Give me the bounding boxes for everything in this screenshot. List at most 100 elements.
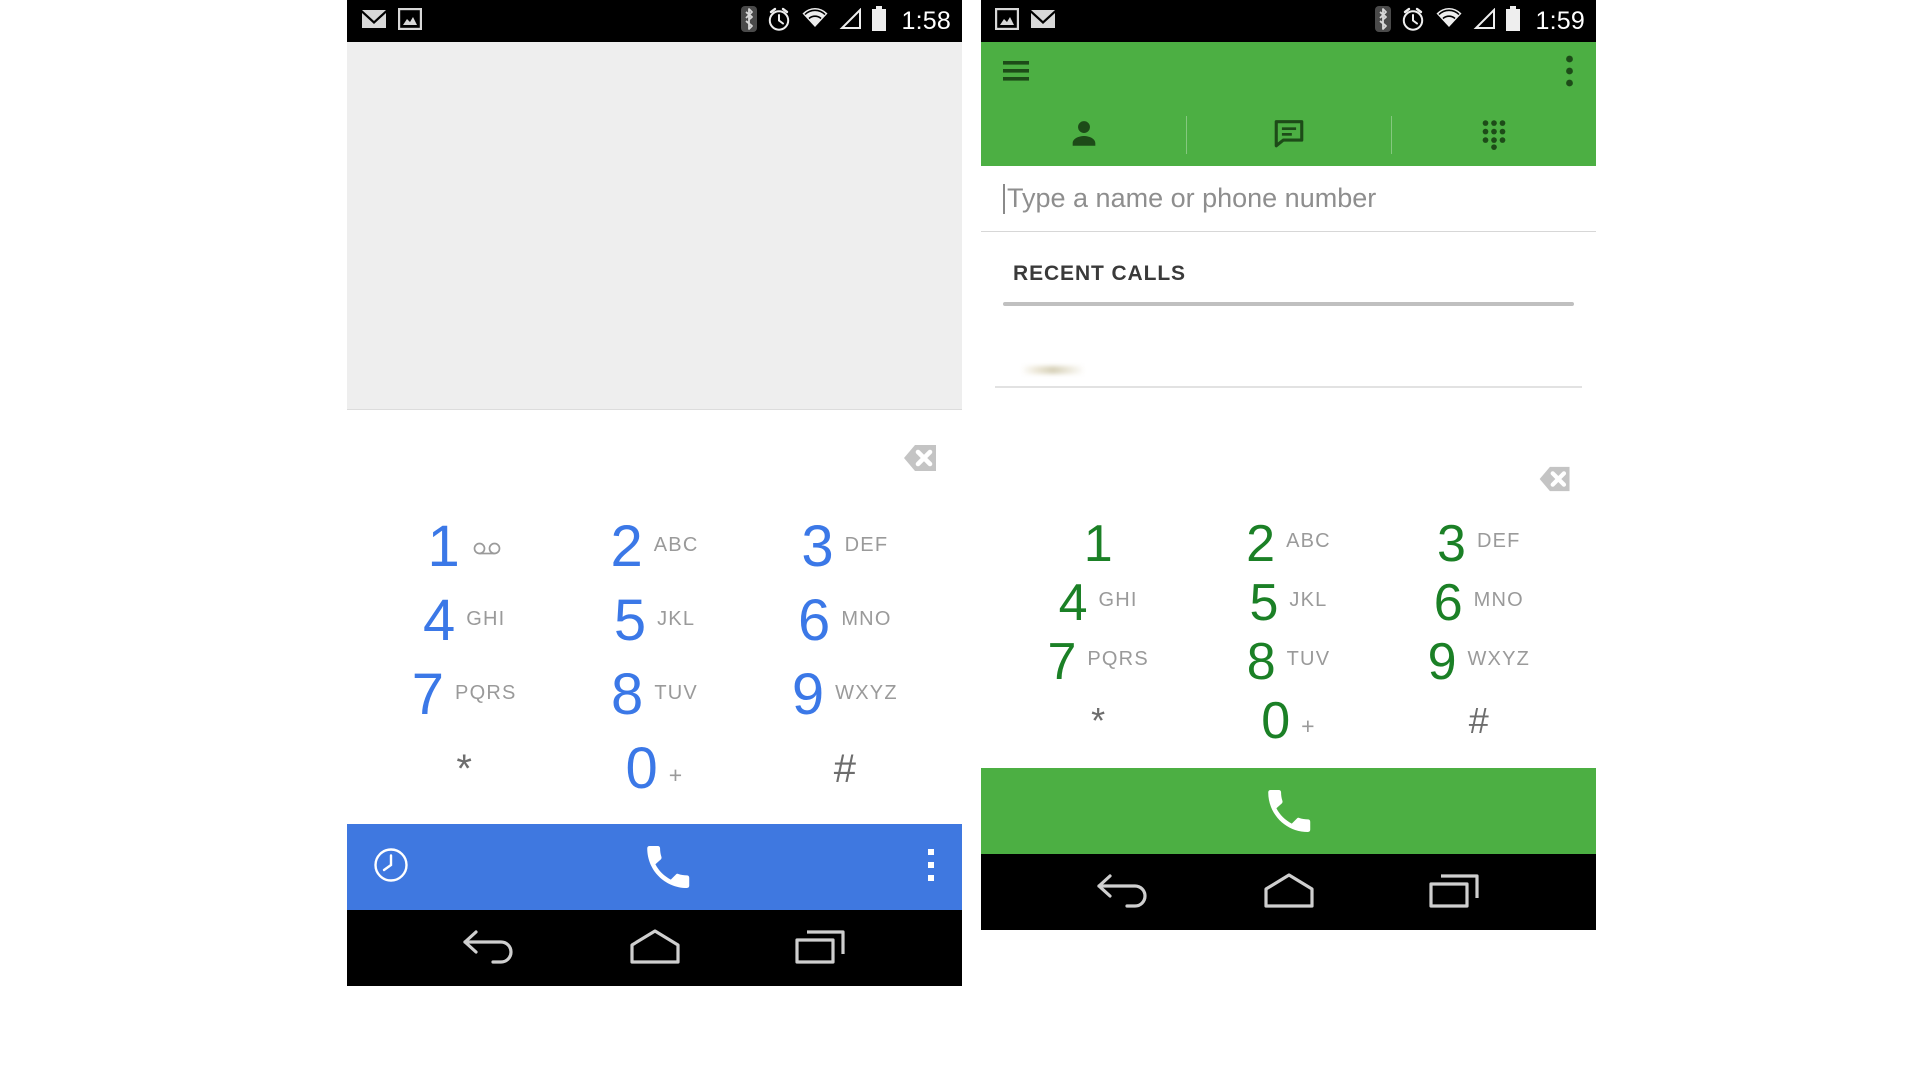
- dialpad-digit: *: [456, 747, 472, 791]
- dialpad-key-4[interactable]: 4 GHI: [369, 592, 559, 650]
- bluetooth-icon: [740, 5, 757, 37]
- battery-icon: [1505, 5, 1521, 37]
- dialpad-letters: WXYZ: [1467, 648, 1531, 670]
- dialpad-row: 1 2 ABC 3 DEF: [369, 510, 940, 584]
- search-input[interactable]: Type a name or phone number: [981, 166, 1596, 232]
- email-icon: [1030, 9, 1056, 34]
- dialpad-digit: 8: [611, 662, 644, 727]
- dialpad-key-4[interactable]: 4 GHI: [1003, 577, 1193, 629]
- dialpad-row: 7 PQRS 8 TUV 9 WXYZ: [1003, 632, 1574, 691]
- dialpad-key-0[interactable]: 0 +: [559, 740, 749, 798]
- dialpad-key-2[interactable]: 2 ABC: [559, 518, 749, 576]
- dialpad-key-7[interactable]: 7 PQRS: [1003, 636, 1193, 688]
- dialpad-digit: 7: [411, 662, 445, 727]
- dialpad-digit: 2: [610, 514, 643, 579]
- chat-bubble-icon: [1272, 116, 1306, 155]
- dialpad-row: 1 2 ABC 3 DEF: [1003, 514, 1574, 573]
- recents-icon[interactable]: [789, 926, 851, 971]
- tab-messages[interactable]: [1186, 104, 1391, 166]
- dialpad-key-9[interactable]: 9 WXYZ: [750, 666, 940, 724]
- screenshot-image-icon: [994, 7, 1020, 35]
- list-divider: [995, 386, 1582, 388]
- recents-icon[interactable]: [1423, 870, 1485, 915]
- dialpad-letters: ABC: [1286, 530, 1331, 552]
- status-bar-left-icons: [994, 7, 1056, 35]
- dialpad-bottom-spacer: [981, 750, 1596, 768]
- status-bar-clock: 1:58: [901, 6, 951, 35]
- wifi-icon: [801, 7, 829, 35]
- dialpad-key-7[interactable]: 7 PQRS: [369, 666, 559, 724]
- dialpad-key-6[interactable]: 6 MNO: [750, 592, 940, 650]
- dialpad-key-0[interactable]: 0 +: [1193, 695, 1383, 747]
- status-bar-right-icons: 1:58: [740, 5, 951, 37]
- backspace-row-right: [981, 448, 1596, 514]
- recent-calls-list[interactable]: [981, 358, 1596, 448]
- dialpad-row: 4 GHI 5 JKL 6 MNO: [369, 584, 940, 658]
- call-action-bar-left: [347, 824, 962, 910]
- dialpad-key-6[interactable]: 6 MNO: [1384, 577, 1574, 629]
- dialpad-key-hash[interactable]: #: [1384, 699, 1574, 741]
- dialpad-key-3[interactable]: 3 DEF: [750, 518, 940, 576]
- tab-dialpad[interactable]: [1391, 104, 1596, 174]
- dialpad-digit: #: [1468, 699, 1489, 741]
- hamburger-menu-icon[interactable]: [1003, 59, 1033, 88]
- signal-icon: [1472, 7, 1496, 35]
- dialpad-key-1[interactable]: 1: [1003, 518, 1193, 570]
- recent-calls-section: RECENT CALLS: [981, 232, 1596, 306]
- dialpad-key-2[interactable]: 2 ABC: [1193, 518, 1383, 570]
- tab-contacts[interactable]: [981, 104, 1186, 166]
- dialpad-letters: ABC: [653, 533, 699, 556]
- dialpad-digit: 4: [422, 588, 456, 653]
- dialpad-letters: MNO: [1473, 589, 1524, 611]
- screenshot-image-icon: [397, 7, 423, 35]
- phone-call-icon[interactable]: [1007, 783, 1570, 839]
- dialpad-digit: 6: [1433, 573, 1463, 632]
- dialpad-letters: PQRS: [455, 681, 517, 704]
- signal-icon: [838, 7, 862, 35]
- call-history-clock-icon[interactable]: [373, 847, 409, 888]
- dialpad-digit: 5: [1249, 573, 1279, 632]
- dialpad-letters: DEF: [1476, 530, 1521, 552]
- person-icon: [1067, 116, 1101, 155]
- backspace-row-left: [347, 410, 962, 510]
- dialpad-right: 1 2 ABC 3 DEF 4 GHI 5 JKL 6 MNO 7 PQRS 8…: [981, 514, 1596, 750]
- dialpad-key-8[interactable]: 8 TUV: [559, 666, 749, 724]
- text-caret: [1003, 183, 1005, 214]
- backspace-icon[interactable]: [1527, 465, 1571, 498]
- back-icon[interactable]: [1093, 870, 1155, 915]
- dialpad-digit: 0: [1261, 691, 1291, 750]
- overflow-menu-icon[interactable]: [1565, 55, 1574, 92]
- alarm-icon: [766, 6, 792, 37]
- phone-left-blue-dialer: 1:58 1 2 ABC 3 DEF 4 GHI 5 JKL 6 MNO 7 P…: [347, 0, 962, 1080]
- dialpad-letters: JKL: [1289, 589, 1328, 611]
- backspace-icon[interactable]: [891, 443, 937, 478]
- dialpad-key-hash[interactable]: #: [750, 749, 940, 789]
- dialpad-key-1[interactable]: 1: [369, 518, 559, 576]
- back-icon[interactable]: [459, 926, 521, 971]
- dialpad-digit: 7: [1047, 632, 1077, 691]
- bluetooth-icon: [1374, 5, 1391, 37]
- android-navigation-bar-right: [981, 854, 1596, 930]
- list-item[interactable]: [981, 358, 1596, 386]
- home-icon[interactable]: [1258, 870, 1320, 915]
- dialpad-key-5[interactable]: 5 JKL: [559, 592, 749, 650]
- phone-call-icon[interactable]: [409, 839, 926, 895]
- dialpad-key-8[interactable]: 8 TUV: [1193, 636, 1383, 688]
- tab-bar: [981, 104, 1596, 174]
- wifi-icon: [1435, 7, 1463, 35]
- search-placeholder: Type a name or phone number: [1007, 183, 1377, 213]
- dialpad-letters: PQRS: [1087, 648, 1149, 670]
- dialpad-key-star[interactable]: *: [369, 749, 559, 789]
- dialpad-key-5[interactable]: 5 JKL: [1193, 577, 1383, 629]
- dialpad-row: * 0 + #: [1003, 691, 1574, 750]
- dialpad-row: 7 PQRS 8 TUV 9 WXYZ: [369, 658, 940, 732]
- dialpad-key-star[interactable]: *: [1003, 702, 1193, 739]
- dialpad-key-9[interactable]: 9 WXYZ: [1384, 636, 1574, 688]
- dialpad-digit: 0: [625, 736, 658, 801]
- dialpad-key-3[interactable]: 3 DEF: [1384, 518, 1574, 570]
- dialpad-letters: DEF: [844, 533, 889, 556]
- call-action-bar-right: [981, 768, 1596, 854]
- overflow-menu-icon[interactable]: [926, 846, 936, 889]
- home-icon[interactable]: [624, 926, 686, 971]
- alarm-icon: [1400, 6, 1426, 37]
